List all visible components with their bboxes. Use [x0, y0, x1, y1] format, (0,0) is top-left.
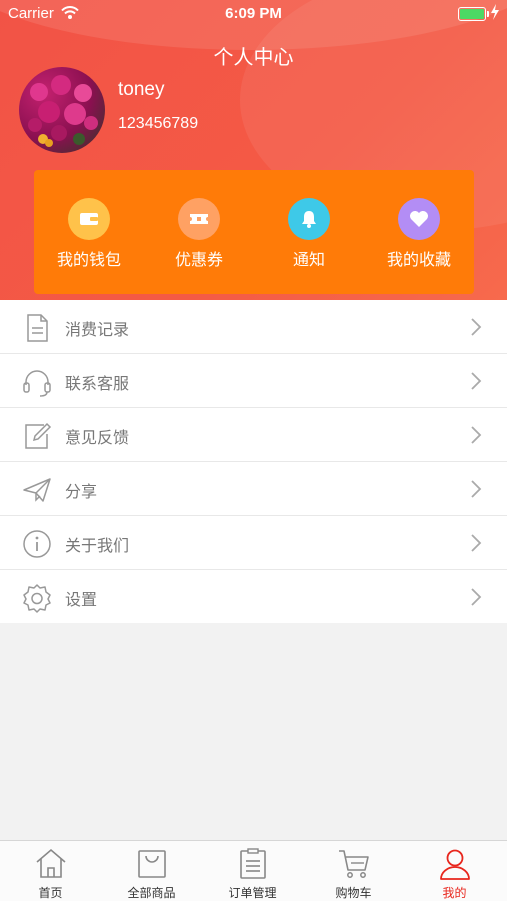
paper-plane-icon — [23, 478, 51, 502]
tab-order-management[interactable]: 订单管理 — [202, 841, 303, 901]
menu-item-contact-service[interactable]: 联系客服 — [0, 354, 507, 408]
order-list-icon — [240, 848, 266, 879]
notification-label: 通知 — [292, 250, 325, 269]
menu-item-label: 关于我们 — [65, 536, 130, 555]
user-phone: 123456789 — [118, 115, 199, 132]
menu-item-label: 联系客服 — [65, 374, 130, 393]
chevron-right-icon — [471, 372, 482, 390]
tab-label: 订单管理 — [228, 886, 277, 900]
tab-cart[interactable]: 购物车 — [303, 841, 404, 901]
wallet-label: 我的钱包 — [56, 250, 121, 269]
clock: 6:09 PM — [225, 5, 282, 22]
battery-icon — [458, 7, 489, 21]
chevron-right-icon — [471, 588, 482, 606]
tab-all-products[interactable]: 全部商品 — [101, 841, 202, 901]
menu-item-consumption-records[interactable]: 消费记录 — [0, 300, 507, 354]
tab-label: 购物车 — [335, 886, 372, 900]
user-icon — [440, 849, 470, 880]
menu-item-share[interactable]: 分享 — [0, 462, 507, 516]
cart-icon — [339, 850, 369, 878]
tab-label: 全部商品 — [127, 886, 176, 900]
ticket-icon — [178, 198, 220, 240]
coupon-button[interactable]: 优惠券 — [144, 170, 254, 294]
menu-list: 消费记录 联系客服 意见反馈 分享 关于我们 设置 — [0, 300, 507, 623]
chevron-right-icon — [471, 426, 482, 444]
headset-icon — [23, 370, 51, 397]
avatar[interactable] — [19, 67, 105, 153]
bell-icon — [288, 198, 330, 240]
favorites-button[interactable]: 我的收藏 — [364, 170, 474, 294]
menu-item-label: 消费记录 — [65, 320, 130, 339]
tab-label: 首页 — [38, 886, 63, 900]
wallet-button[interactable]: 我的钱包 — [34, 170, 144, 294]
home-icon — [36, 848, 66, 878]
page-title: 个人中心 — [213, 45, 294, 69]
info-icon — [23, 530, 51, 558]
chevron-right-icon — [471, 534, 482, 552]
favorites-label: 我的收藏 — [386, 250, 451, 269]
menu-item-settings[interactable]: 设置 — [0, 570, 507, 623]
tab-home[interactable]: 首页 — [0, 841, 101, 901]
menu-item-about-us[interactable]: 关于我们 — [0, 516, 507, 570]
tab-mine[interactable]: 我的 — [404, 841, 505, 901]
menu-item-label: 分享 — [65, 482, 98, 501]
notification-button[interactable]: 通知 — [254, 170, 364, 294]
edit-icon — [25, 422, 52, 449]
menu-item-label: 设置 — [65, 590, 98, 609]
username: toney — [118, 79, 165, 100]
flower-photo-avatar — [28, 75, 98, 147]
tab-bar: 首页 全部商品 订单管理 购物车 我的 — [0, 840, 507, 901]
wallet-icon — [68, 198, 110, 240]
quick-actions-panel: 我的钱包 优惠券 通知 我的收藏 — [34, 170, 474, 294]
heart-icon — [398, 198, 440, 240]
menu-item-label: 意见反馈 — [65, 428, 130, 447]
status-bar: Carrier 6:09 PM — [0, 0, 507, 28]
shopping-bag-icon — [138, 850, 166, 878]
tab-label: 我的 — [442, 886, 467, 900]
chevron-right-icon — [471, 480, 482, 498]
charging-bolt-icon — [491, 4, 499, 20]
chevron-right-icon — [471, 318, 482, 336]
document-icon — [27, 314, 48, 342]
menu-item-feedback[interactable]: 意见反馈 — [0, 408, 507, 462]
coupon-label: 优惠券 — [174, 250, 223, 269]
settings-gear-icon — [23, 584, 51, 613]
